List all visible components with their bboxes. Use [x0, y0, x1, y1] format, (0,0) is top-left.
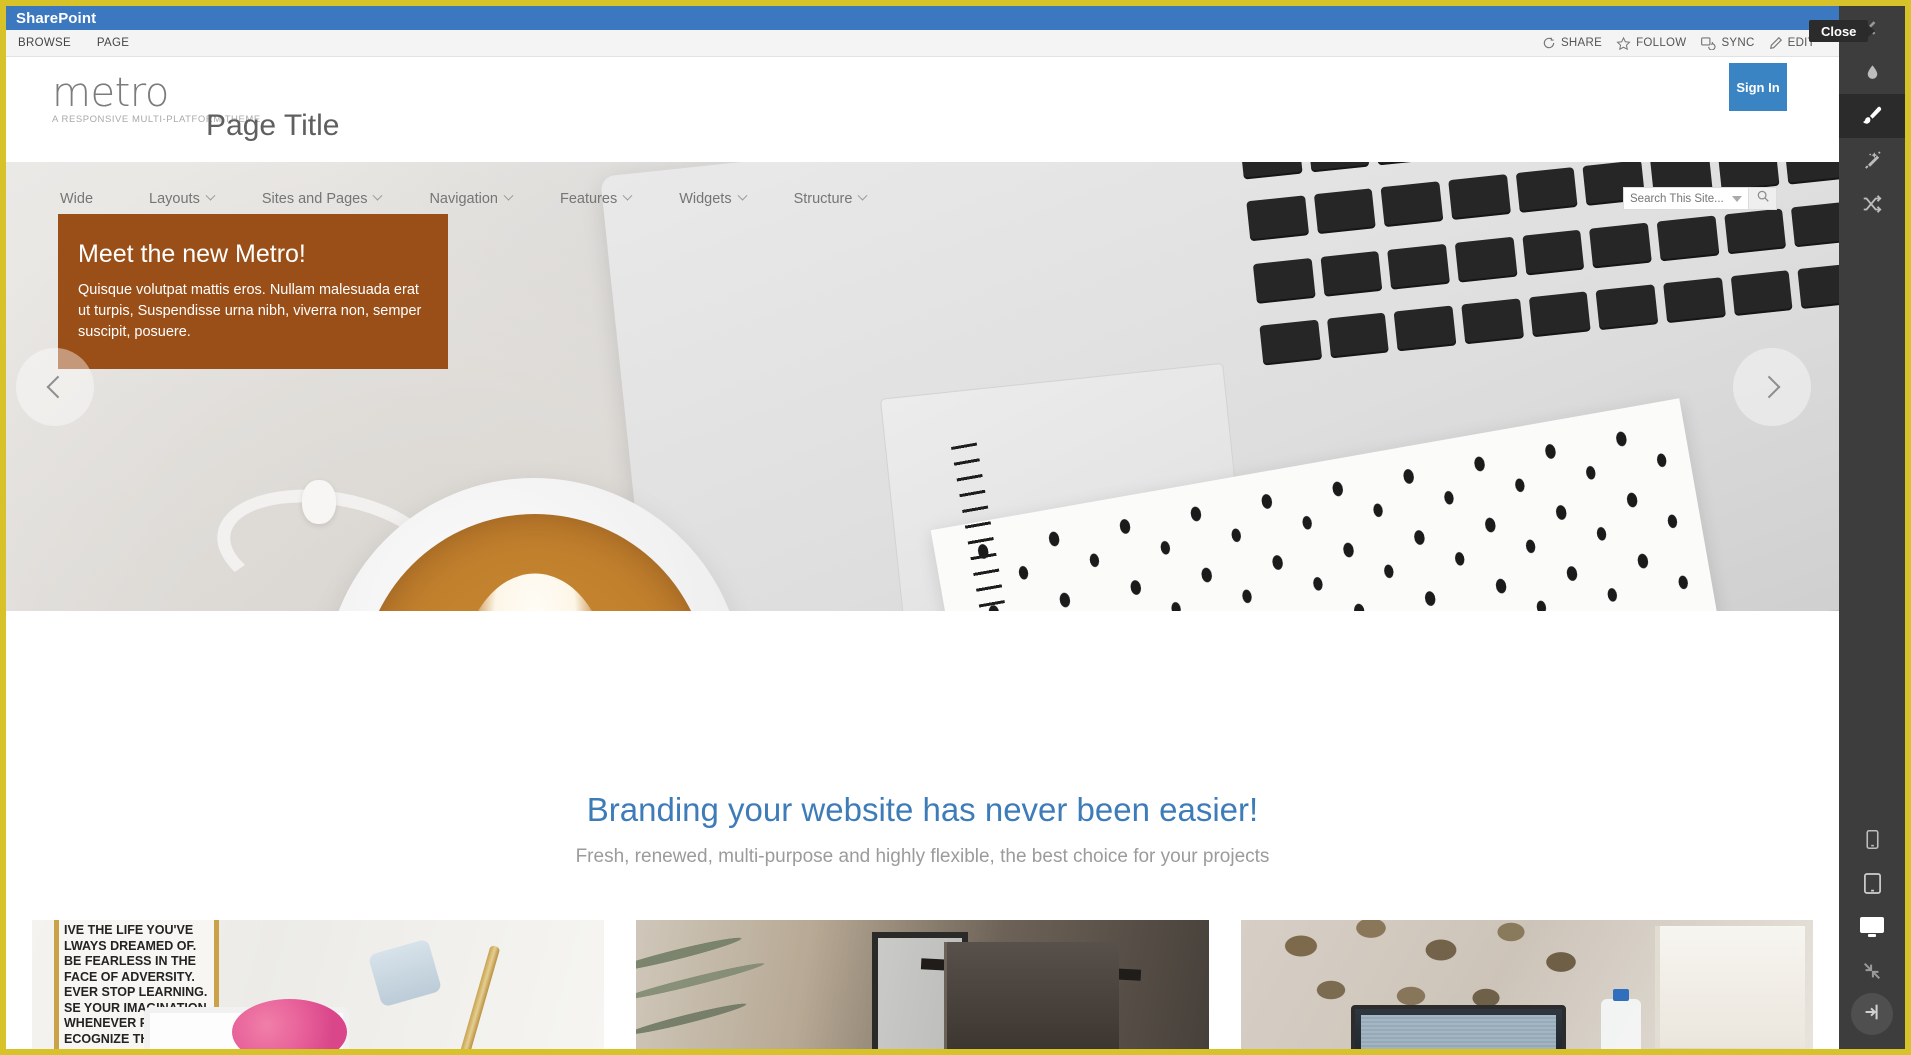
nav-item-sites-and-pages[interactable]: Sites and Pages — [238, 191, 406, 207]
nav-item-layouts[interactable]: Layouts — [125, 191, 238, 207]
follow-label: FOLLOW — [1636, 37, 1687, 49]
nav-label: Navigation — [429, 190, 498, 207]
sync-button[interactable]: SYNC — [1700, 36, 1754, 50]
search-icon — [1756, 189, 1770, 208]
hero-carousel: Meet the new Metro! Quisque volutpat mat… — [6, 162, 1839, 611]
nav-item-list: Wide Layouts Sites and Pages Navigation … — [6, 191, 890, 207]
carousel-prev-button[interactable] — [16, 347, 94, 426]
chevron-left-icon — [46, 375, 70, 398]
nav-label: Sites and Pages — [261, 190, 368, 207]
chevron-down-icon — [503, 190, 514, 201]
chevron-right-icon — [1757, 375, 1781, 398]
ribbon-tab-page[interactable]: PAGE — [97, 37, 129, 49]
follow-button[interactable]: FOLLOW — [1616, 36, 1686, 51]
nav-item-widgets[interactable]: Widgets — [655, 191, 769, 207]
sync-icon — [1700, 36, 1716, 50]
site-header: metro A RESPONSIVE MULTI-PLATFORM THEME … — [6, 57, 1839, 210]
tablet-preview-button[interactable] — [1839, 861, 1905, 905]
sync-label: SYNC — [1721, 37, 1755, 49]
chevron-down-icon[interactable] — [1732, 195, 1742, 202]
carousel-next-button[interactable] — [1733, 347, 1811, 426]
elevator-graphic — [943, 942, 1119, 1049]
browser-viewport: SharePoint System Account Close BROWSE P… — [0, 0, 1911, 1055]
sharepoint-brand[interactable]: SharePoint — [6, 10, 96, 27]
hero-caption-body: Quisque volutpat mattis eros. Nullam mal… — [78, 282, 422, 340]
nav-item-wide[interactable]: Wide — [60, 191, 125, 207]
latte-art-graphic — [460, 573, 610, 611]
close-tooltip-label: Close — [1821, 23, 1857, 39]
search-input[interactable] — [1630, 192, 1730, 205]
nav-label: Widgets — [679, 190, 732, 207]
chevron-down-icon — [857, 190, 868, 201]
site-search — [1623, 187, 1777, 210]
ribbon-tab-list: BROWSE PAGE — [6, 37, 129, 49]
main-navigation: Wide Layouts Sites and Pages Navigation … — [6, 184, 1839, 213]
sign-in-button[interactable]: Sign In — [1729, 63, 1787, 111]
nav-item-structure[interactable]: Structure — [770, 191, 891, 207]
chevron-down-icon — [622, 190, 633, 201]
ribbon-actions: SHARE FOLLOW SYNC EDIT — [1542, 36, 1839, 51]
desktop-preview-button[interactable] — [1839, 905, 1905, 949]
intro-subheading: Fresh, renewed, multi-purpose and highly… — [575, 846, 1270, 867]
plant-graphic — [636, 920, 875, 1049]
mobile-icon — [1865, 829, 1880, 850]
color-drop-button[interactable] — [1839, 50, 1905, 94]
search-submit-button[interactable] — [1748, 187, 1777, 210]
hero-caption-title: Meet the new Metro! — [78, 240, 306, 268]
ribbon-tab-browse[interactable]: BROWSE — [18, 37, 71, 49]
logo-wordmark: metro — [52, 70, 169, 116]
exit-icon — [1861, 1001, 1883, 1028]
feature-card-workspace-plant[interactable] — [1240, 920, 1813, 1049]
pencil-icon — [1769, 36, 1783, 50]
tablet-icon — [1863, 872, 1882, 895]
paintbrush-icon — [1860, 104, 1884, 128]
close-tooltip: Close — [1809, 20, 1876, 42]
earbud-tip-graphic — [302, 480, 336, 524]
nav-label: Features — [559, 190, 618, 207]
lamp-arm-graphic — [457, 944, 501, 1049]
lamp-head-graphic — [368, 938, 443, 1008]
nav-item-navigation[interactable]: Navigation — [405, 191, 536, 207]
chevron-down-icon — [205, 190, 216, 201]
intro-section: Branding your website has never been eas… — [6, 611, 1839, 921]
search-box[interactable] — [1623, 187, 1748, 210]
share-label: SHARE — [1560, 37, 1603, 49]
paintbrush-button[interactable] — [1839, 94, 1905, 138]
bottle-graphic — [1600, 989, 1641, 1049]
nav-item-features[interactable]: Features — [536, 191, 655, 207]
sharepoint-suite-bar: SharePoint — [6, 6, 1839, 30]
feature-card-office-interior[interactable] — [636, 920, 1209, 1049]
intro-heading: Branding your website has never been eas… — [586, 791, 1259, 828]
hero-caption: Meet the new Metro! Quisque volutpat mat… — [58, 214, 448, 369]
nav-label: Structure — [793, 190, 853, 207]
chevron-down-icon — [373, 190, 383, 201]
desktop-icon — [1859, 916, 1885, 938]
shuffle-icon — [1861, 193, 1883, 215]
theme-designer-toolbar — [1839, 6, 1905, 1049]
magic-wand-icon — [1861, 149, 1883, 171]
collapse-arrows-button[interactable] — [1839, 949, 1905, 993]
share-button[interactable]: SHARE — [1542, 36, 1602, 50]
page-title: Page Title — [206, 109, 340, 142]
magic-wand-button[interactable] — [1839, 138, 1905, 182]
window-graphic — [1654, 926, 1805, 1048]
shuffle-button[interactable] — [1839, 182, 1905, 226]
exit-designer-button[interactable] — [1851, 993, 1893, 1035]
mobile-preview-button[interactable] — [1839, 817, 1905, 861]
laptop-screen-graphic — [1350, 1005, 1566, 1049]
collapse-arrows-icon — [1861, 960, 1883, 982]
share-icon — [1542, 36, 1556, 50]
star-icon — [1616, 36, 1631, 51]
nav-label: Layouts — [149, 190, 200, 207]
feature-card-row: IVE THE LIFE YOU'VE LWAYS DREAMED OF. BE… — [6, 920, 1839, 1049]
color-drop-icon — [1863, 63, 1882, 82]
sharepoint-ribbon: BROWSE PAGE SHARE FOLLOW SYNC EDIT — [6, 30, 1839, 57]
chevron-down-icon — [737, 190, 748, 201]
feature-card-desk-poster[interactable]: IVE THE LIFE YOU'VE LWAYS DREAMED OF. BE… — [32, 920, 605, 1049]
nav-label: Wide — [60, 190, 94, 207]
